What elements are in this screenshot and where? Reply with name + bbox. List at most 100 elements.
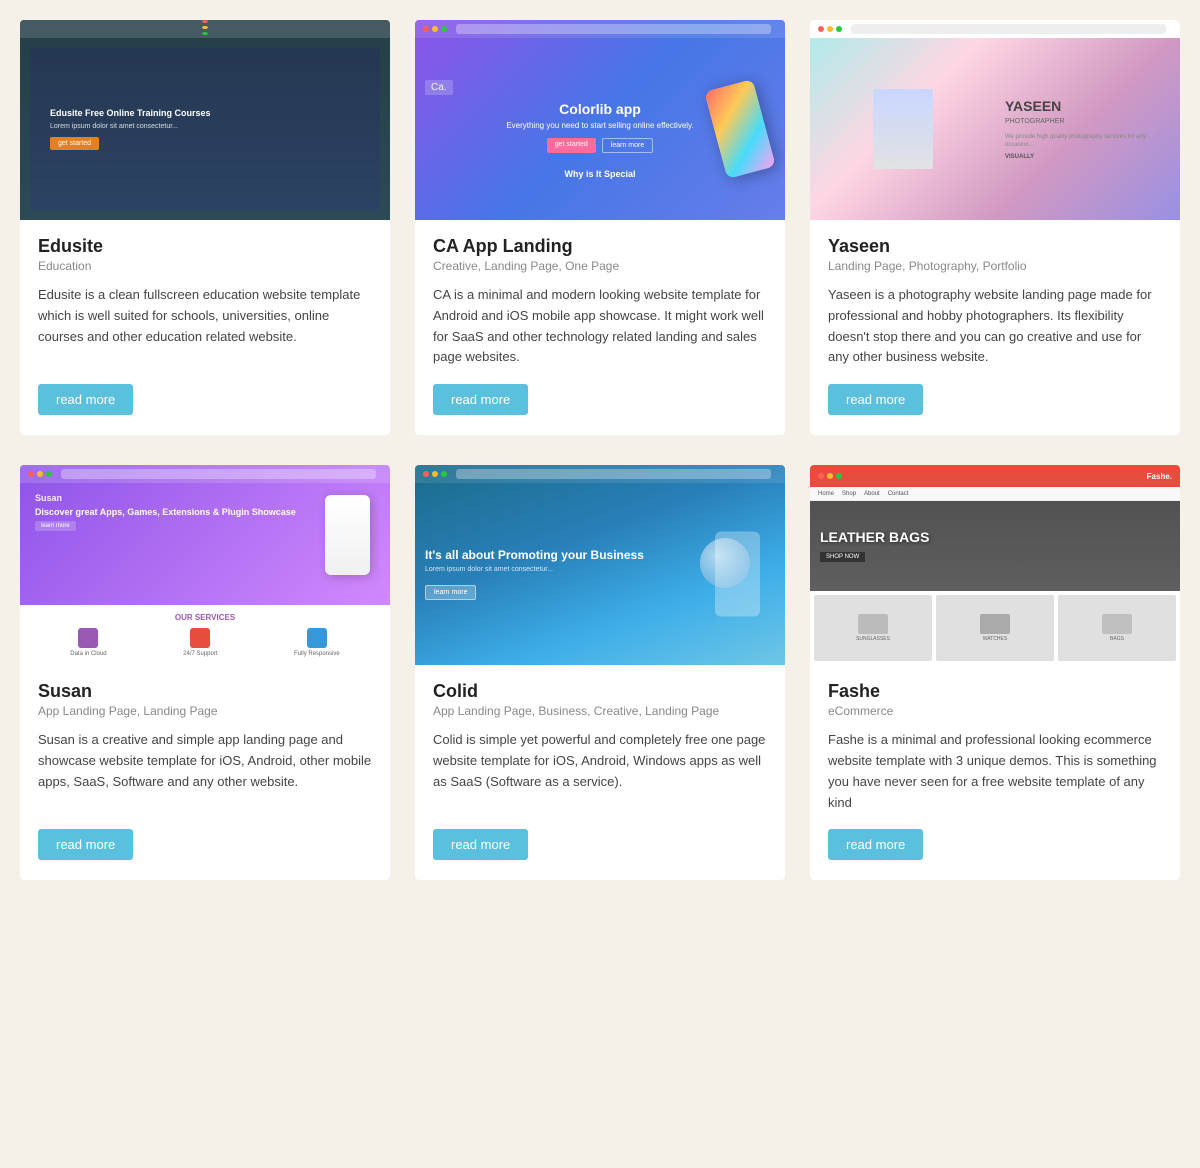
yaseen-right: YASEEN PHOTOGRAPHER We provide high qual… (995, 38, 1180, 220)
card-susan: Susan Discover great Apps, Games, Extens… (20, 465, 390, 880)
ca-buttons: get started learn more (547, 138, 654, 153)
read-more-button-yaseen[interactable]: read more (828, 384, 923, 415)
card-tags-fashe: eCommerce (828, 704, 1162, 718)
read-more-button-ca[interactable]: read more (433, 384, 528, 415)
card-tags-colid: App Landing Page, Business, Creative, La… (433, 704, 767, 718)
card-title-yaseen: Yaseen (828, 236, 1162, 257)
url-bar (61, 469, 376, 479)
susan-service-label-1: Data in Cloud (70, 651, 106, 657)
fashe-nav-home: Home (818, 491, 834, 497)
dot-yellow (37, 471, 43, 477)
fashe-product-2-inner: WATCHES (980, 614, 1010, 642)
fashe-header: Fashe. (810, 465, 1180, 487)
susan-services-section: OUR SERVICES Data in Cloud 24/7 Support (20, 605, 390, 665)
dot-green (441, 471, 447, 477)
read-more-button-edusite[interactable]: read more (38, 384, 133, 415)
colid-phone (715, 532, 760, 617)
susan-service-1: Data in Cloud (70, 628, 106, 657)
dot-green (836, 26, 842, 32)
fashe-nav: Home Shop About Contact (810, 487, 1180, 501)
ca-body: Ca. Colorlib app Everything you need to … (415, 38, 785, 220)
susan-service-2: 24/7 Support (183, 628, 217, 657)
url-bar (456, 24, 771, 34)
card-image-yaseen: YASEEN PHOTOGRAPHER We provide high qual… (810, 20, 1180, 220)
fashe-product-3: BAGS (1058, 595, 1176, 661)
yaseen-body: YASEEN PHOTOGRAPHER We provide high qual… (810, 38, 1180, 220)
colid-header (415, 465, 785, 483)
susan-services-title: OUR SERVICES (32, 613, 378, 622)
card-body-yaseen: Yaseen Landing Page, Photography, Portfo… (810, 220, 1180, 435)
fashe-product-2: WATCHES (936, 595, 1054, 661)
fashe-product-label-3: BAGS (1102, 636, 1132, 642)
susan-service-icon-1 (78, 628, 98, 648)
dot-green (441, 26, 447, 32)
fashe-product-img-1 (858, 614, 888, 634)
dot-yellow (202, 26, 208, 29)
card-fashe: Fashe. Home Shop About Contact LEATHER B… (810, 465, 1180, 880)
read-more-button-fashe[interactable]: read more (828, 829, 923, 860)
card-tags-yaseen: Landing Page, Photography, Portfolio (828, 259, 1162, 273)
susan-hero-text: Discover great Apps, Games, Extensions &… (35, 507, 375, 517)
fashe-nav-contact: Contact (888, 491, 909, 497)
mock-edusite-title: Edusite Free Online Training Courses (50, 108, 211, 118)
card-body-susan: Susan App Landing Page, Landing Page Sus… (20, 665, 390, 880)
mock-edusite-text: Lorem ipsum dolor sit amet consectetur..… (50, 122, 178, 131)
fashe-hero-title: LEATHER BAGS (820, 529, 929, 545)
susan-header (20, 465, 390, 483)
card-image-ca: Ca. Colorlib app Everything you need to … (415, 20, 785, 220)
fashe-product-img-3 (1102, 614, 1132, 634)
dot-red (202, 20, 208, 23)
card-title-colid: Colid (433, 681, 767, 702)
fashe-nav-about: About (864, 491, 880, 497)
dot-yellow (827, 26, 833, 32)
card-edusite: Edusite Free Online Training Courses Lor… (20, 20, 390, 435)
card-tags-susan: App Landing Page, Landing Page (38, 704, 372, 718)
yaseen-name: YASEEN (1005, 98, 1170, 114)
dot-green (836, 473, 842, 479)
susan-phone (325, 495, 370, 575)
dot-red (818, 473, 824, 479)
fashe-hero-content: LEATHER BAGS SHOP NOW (820, 529, 929, 563)
ca-header (415, 20, 785, 38)
card-grid: Edusite Free Online Training Courses Lor… (20, 20, 1180, 880)
dot-green (202, 32, 208, 35)
susan-logo: Susan (35, 493, 375, 503)
card-colid: It's all about Promoting your Business L… (415, 465, 785, 880)
card-desc-ca: CA is a minimal and modern looking websi… (433, 285, 767, 368)
card-desc-yaseen: Yaseen is a photography website landing … (828, 285, 1162, 368)
ca-btn2: learn more (602, 138, 653, 153)
card-body-edusite: Edusite Education Edusite is a clean ful… (20, 220, 390, 435)
card-ca-app: Ca. Colorlib app Everything you need to … (415, 20, 785, 435)
yaseen-portrait (873, 89, 933, 169)
colid-cta: learn more (425, 585, 476, 600)
url-bar (851, 24, 1166, 34)
fashe-product-label-2: WATCHES (980, 636, 1010, 642)
yaseen-tagline: PHOTOGRAPHER (1005, 118, 1170, 125)
yaseen-left (810, 38, 995, 220)
ca-logo: Ca. (425, 80, 453, 95)
read-more-button-colid[interactable]: read more (433, 829, 528, 860)
card-title-susan: Susan (38, 681, 372, 702)
dot-yellow (432, 26, 438, 32)
fashe-product-3-inner: BAGS (1102, 614, 1132, 642)
dot-yellow (827, 473, 833, 479)
yaseen-header (810, 20, 1180, 38)
card-desc-edusite: Edusite is a clean fullscreen education … (38, 285, 372, 368)
card-body-colid: Colid App Landing Page, Business, Creati… (415, 665, 785, 880)
card-title-ca: CA App Landing (433, 236, 767, 257)
dot-red (28, 471, 34, 477)
card-image-colid: It's all about Promoting your Business L… (415, 465, 785, 665)
fashe-product-grid: SUNGLASSES WATCHES BAGS (810, 591, 1180, 665)
ca-mock-sub: Everything you need to start selling onl… (506, 121, 693, 130)
card-desc-susan: Susan is a creative and simple app landi… (38, 730, 372, 813)
card-title-edusite: Edusite (38, 236, 372, 257)
read-more-button-susan[interactable]: read more (38, 829, 133, 860)
ca-btn1: get started (547, 138, 596, 153)
ca-phone (704, 79, 776, 179)
card-desc-fashe: Fashe is a minimal and professional look… (828, 730, 1162, 813)
card-image-fashe: Fashe. Home Shop About Contact LEATHER B… (810, 465, 1180, 665)
fashe-hero: LEATHER BAGS SHOP NOW (810, 501, 1180, 591)
fashe-product-1-inner: SUNGLASSES (856, 614, 890, 642)
susan-service-icon-3 (307, 628, 327, 648)
yaseen-visually: VISUALLY (1005, 154, 1170, 160)
